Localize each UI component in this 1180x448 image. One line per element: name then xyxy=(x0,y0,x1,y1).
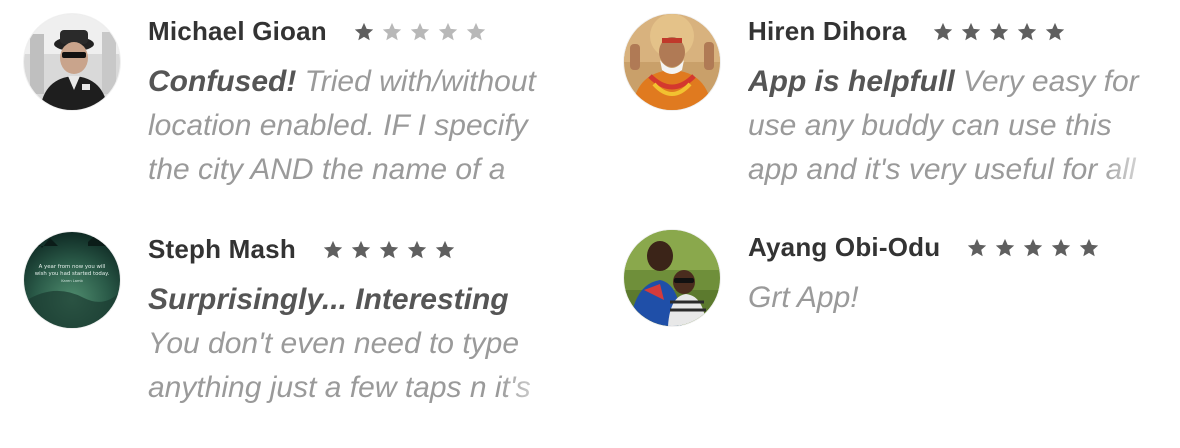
star-empty-icon xyxy=(382,22,402,40)
author-name: Ayang Obi-Odu xyxy=(748,232,941,262)
star-rating xyxy=(322,239,456,261)
star-filled-icon xyxy=(968,238,987,256)
review-card: Ayang Obi-Odu Grt App! xyxy=(624,230,1180,430)
star-empty-icon xyxy=(438,22,458,40)
review-text: Surprisingly... Interesting You don't ev… xyxy=(148,278,568,414)
star-filled-icon xyxy=(934,22,953,40)
star-filled-icon xyxy=(323,240,343,258)
star-empty-icon xyxy=(410,22,430,40)
reviews-grid: Michael Gioan Confused! Tried with/witho… xyxy=(0,0,1180,448)
star-filled-icon xyxy=(379,240,399,258)
avatar[interactable] xyxy=(624,230,720,326)
star-filled-icon xyxy=(1052,238,1071,256)
avatar-quote-line-2: wish you had started today. xyxy=(35,271,110,277)
avatar[interactable] xyxy=(24,14,120,110)
review-title: Confused! xyxy=(148,65,305,98)
star-filled-icon xyxy=(435,240,455,258)
star-filled-icon xyxy=(351,240,371,258)
star-filled-icon xyxy=(354,22,374,40)
star-filled-icon xyxy=(996,238,1015,256)
review-card: Michael Gioan Confused! Tried with/witho… xyxy=(24,14,584,214)
star-filled-icon xyxy=(1046,22,1065,40)
review-body: You don't even need to type anything jus… xyxy=(148,327,531,404)
review-text: Grt App! xyxy=(748,276,1168,412)
star-filled-icon xyxy=(407,240,427,258)
star-filled-icon xyxy=(1024,238,1043,256)
star-filled-icon xyxy=(1080,238,1099,256)
avatar-photo xyxy=(624,14,720,110)
review-body: Grt App! xyxy=(748,281,859,314)
avatar[interactable]: A year from now you will wish you had st… xyxy=(24,232,120,328)
fade-overlay xyxy=(498,370,568,414)
star-filled-icon xyxy=(962,22,981,40)
star-filled-icon xyxy=(1018,22,1037,40)
review-title: App is helpfull xyxy=(748,65,963,98)
author-name: Hiren Dihora xyxy=(748,16,907,46)
star-rating xyxy=(353,21,487,43)
avatar[interactable] xyxy=(624,14,720,110)
star-rating xyxy=(932,21,1066,43)
star-empty-icon xyxy=(466,22,486,40)
avatar-credit: Karen Lamb xyxy=(61,279,83,283)
review-card: A year from now you will wish you had st… xyxy=(24,232,584,432)
review-text: Confused! Tried with/without location en… xyxy=(148,60,568,196)
author-name: Michael Gioan xyxy=(148,16,327,46)
review-title: Surprisingly... Interesting xyxy=(148,283,509,316)
author-name: Steph Mash xyxy=(148,234,296,264)
avatar-photo xyxy=(624,230,720,326)
review-text: App is helpfull Very easy for use any bu… xyxy=(748,60,1168,196)
avatar-photo xyxy=(24,14,120,110)
star-filled-icon xyxy=(990,22,1009,40)
star-rating xyxy=(966,237,1100,259)
fade-overlay xyxy=(498,152,568,196)
review-card: Hiren Dihora App is helpfull Very easy f… xyxy=(624,14,1180,214)
avatar-photo: A year from now you will wish you had st… xyxy=(24,232,120,328)
avatar-quote-line-1: A year from now you will xyxy=(39,264,106,270)
fade-overlay xyxy=(1098,152,1168,196)
